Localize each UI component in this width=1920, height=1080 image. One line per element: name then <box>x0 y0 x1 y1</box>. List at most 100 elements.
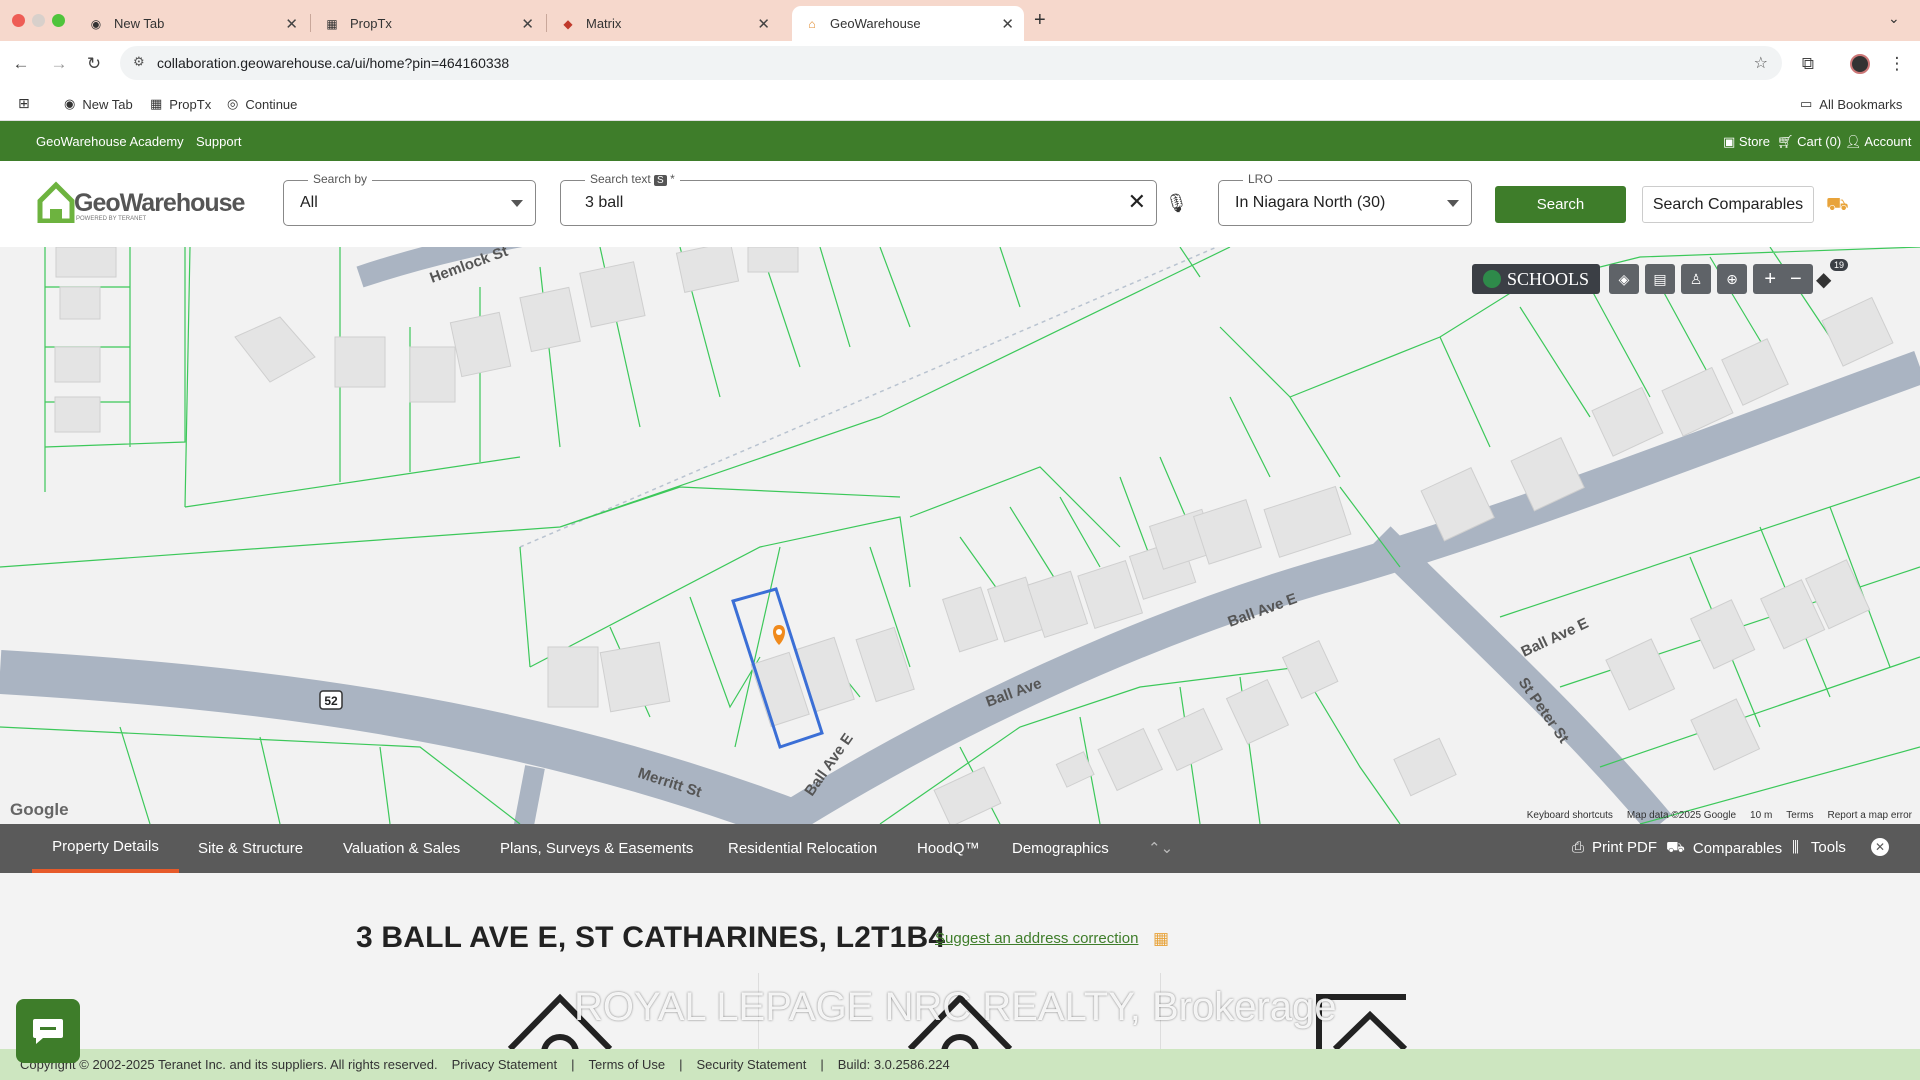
brokerage-watermark: ROYAL LEPAGE NRC REALTY, Brokerage <box>574 985 1337 1029</box>
zoom-controls: + − <box>1753 264 1813 294</box>
new-tab-plus-icon[interactable]: + <box>1034 9 1046 32</box>
bookmark-star-icon[interactable]: ☆ <box>1754 53 1768 73</box>
search-by-select[interactable]: Search by All <box>283 172 536 226</box>
map-edit-icon[interactable]: ▦ <box>1153 929 1169 949</box>
zoom-out-icon[interactable]: − <box>1790 268 1802 291</box>
close-tab-icon[interactable]: ✕ <box>521 15 534 33</box>
overlay-layers-icon[interactable]: ◆ <box>1816 267 1831 292</box>
search-text-field[interactable]: Search text S * 3 ball ✕ <box>560 172 1157 226</box>
location-marker-icon[interactable] <box>773 625 785 645</box>
tab-plans-surveys[interactable]: Plans, Surveys & Easements <box>500 824 693 873</box>
support-link[interactable]: Support <box>196 134 242 149</box>
copyright-text: Copyright © 2002-2025 Teranet Inc. and i… <box>20 1057 438 1072</box>
security-statement-link[interactable]: Security Statement <box>696 1057 806 1072</box>
highway-52-shield: 52 <box>319 690 343 710</box>
more-menu-icon[interactable]: ⋮ <box>1884 51 1910 77</box>
reload-icon[interactable]: ↻ <box>81 51 107 77</box>
browser-tab-new-tab[interactable]: ◉ New Tab ✕ <box>76 6 308 41</box>
tab-title: PropTx <box>350 16 392 31</box>
browser-tab-matrix[interactable]: ◆ Matrix ✕ <box>548 6 780 41</box>
footer-separator: | <box>571 1057 575 1072</box>
bookmarks-bar: ⊞ ◉ New Tab ▦ PropTx ◎ Continue ▭ All Bookma… <box>0 87 1920 121</box>
mic-off-icon[interactable]: 🎙︎ <box>1165 193 1188 214</box>
page-footer: Copyright © 2002-2025 Teranet Inc. and i… <box>0 1049 1920 1080</box>
close-tab-icon[interactable]: ✕ <box>757 15 770 33</box>
property-map[interactable]: Hemlock St Ball Ave E Ball Ave Ball Ave … <box>0 247 1920 824</box>
chat-bubble-icon <box>33 1019 63 1044</box>
layers-stack-icon[interactable]: ◈ <box>1609 264 1639 294</box>
apps-grid-icon[interactable]: ⊞ <box>18 95 30 112</box>
minimize-window-button[interactable] <box>32 14 45 27</box>
tab-property-details[interactable]: Property Details <box>32 824 179 873</box>
clear-search-icon[interactable]: ✕ <box>1128 189 1146 215</box>
tab-valuation-sales[interactable]: Valuation & Sales <box>343 824 460 873</box>
comparables-car-icon[interactable]: ⛟ <box>1826 194 1849 218</box>
shortcut-badge: S <box>654 175 667 186</box>
bookmark-label: PropTx <box>169 96 212 112</box>
site-info-icon[interactable]: ⚙ <box>133 54 145 70</box>
browser-tab-proptx[interactable]: ▦ PropTx ✕ <box>312 6 544 41</box>
close-tab-icon[interactable]: ✕ <box>1001 15 1014 33</box>
all-bookmarks[interactable]: ▭ All Bookmarks <box>1800 96 1902 112</box>
maximize-window-button[interactable] <box>52 14 65 27</box>
browser-tab-strip: ◉ New Tab ✕ ▦ PropTx ✕ ◆ Matrix ✕ ⌂ GeoW… <box>0 0 1920 41</box>
property-address-title: 3 BALL AVE E, ST CATHARINES, L2T1B4 <box>356 921 946 954</box>
chrome-icon: ◉ <box>64 96 76 111</box>
comparables-button[interactable]: ⛟ Comparables <box>1666 839 1782 858</box>
map-type-icon[interactable]: ▤ <box>1645 264 1675 294</box>
terms-link[interactable]: Terms <box>1786 810 1813 822</box>
map-data-text: Map data ©2025 Google <box>1626 810 1737 821</box>
search-text-label: Search text S * <box>585 172 680 186</box>
keyboard-shortcuts-link[interactable]: Keyboard shortcuts <box>1527 810 1613 822</box>
browser-tab-geowarehouse[interactable]: ⌂ GeoWarehouse ✕ <box>792 6 1024 41</box>
url-text: collaboration.geowarehouse.ca/ui/home?pi… <box>157 55 510 71</box>
bookmark-proptx[interactable]: ▦ PropTx <box>150 96 211 112</box>
lro-select[interactable]: LRO In Niagara North (30) <box>1218 172 1472 226</box>
tools-button[interactable]: ⫼ Tools <box>1792 839 1846 856</box>
terms-of-use-link[interactable]: Terms of Use <box>589 1057 666 1072</box>
academy-link[interactable]: GeoWarehouse Academy <box>36 134 184 149</box>
search-button[interactable]: Search <box>1495 186 1626 223</box>
forward-arrow-icon[interactable]: → <box>46 51 72 77</box>
account-link[interactable]: 👤︎ Account <box>1845 134 1911 150</box>
tools-label: Tools <box>1810 839 1846 856</box>
tab-residential-relocation[interactable]: Residential Relocation <box>728 824 877 873</box>
close-tab-icon[interactable]: ✕ <box>285 15 298 33</box>
collapse-expand-icon[interactable]: ⌃⌄ <box>1148 839 1173 857</box>
report-map-error-link[interactable]: Report a map error <box>1828 810 1912 822</box>
street-view-icon[interactable]: ♙ <box>1681 264 1711 294</box>
store-link[interactable]: ▣ Store <box>1723 134 1770 150</box>
zoom-in-icon[interactable]: + <box>1764 268 1776 291</box>
tab-site-structure[interactable]: Site & Structure <box>198 824 303 873</box>
profile-avatar[interactable] <box>1850 54 1870 74</box>
property-tab-bar: Property Details Site & Structure Valuat… <box>0 824 1920 873</box>
print-pdf-button[interactable]: ⎙ Print PDF <box>1572 839 1657 856</box>
privacy-statement-link[interactable]: Privacy Statement <box>452 1057 558 1072</box>
scale-bar[interactable]: 10 m <box>1750 810 1772 822</box>
tools-icon: ⫼ <box>1792 839 1799 856</box>
tab-demographics[interactable]: Demographics <box>1012 824 1109 873</box>
close-panel-icon[interactable]: ✕ <box>1871 838 1889 856</box>
print-pdf-label: Print PDF <box>1592 839 1658 856</box>
folder-icon: ▭ <box>1800 96 1813 111</box>
street-labels: Hemlock St Ball Ave E Ball Ave Ball Ave … <box>428 247 1592 801</box>
schools-toggle[interactable]: SCHOOLS <box>1472 264 1600 294</box>
extensions-icon[interactable]: ⧉ <box>1795 51 1821 77</box>
suggest-address-correction-link[interactable]: Suggest an address correction <box>935 930 1138 947</box>
dropdown-caret-icon <box>1447 200 1459 207</box>
chat-button[interactable] <box>16 999 80 1063</box>
bookmark-continue[interactable]: ◎ Continue <box>227 96 297 112</box>
bookmark-new-tab[interactable]: ◉ New Tab <box>64 96 133 112</box>
tab-hoodq[interactable]: HoodQ™ <box>917 824 980 873</box>
close-window-button[interactable] <box>12 14 25 27</box>
cart-link[interactable]: 🛒︎ Cart (0) <box>1777 134 1841 150</box>
tab-title: GeoWarehouse <box>830 16 921 31</box>
map-canvas[interactable]: Hemlock St Ball Ave E Ball Ave Ball Ave … <box>0 247 1920 824</box>
geowarehouse-logo[interactable]: GeoWarehouse POWERED BY TERANET <box>36 181 245 228</box>
tab-search-chevron-icon[interactable]: ⌄ <box>1888 10 1900 27</box>
my-location-icon[interactable]: ⊕ <box>1717 264 1747 294</box>
chrome-icon: ◉ <box>90 16 102 31</box>
search-comparables-button[interactable]: Search Comparables <box>1642 186 1814 223</box>
address-bar[interactable]: ⚙ collaboration.geowarehouse.ca/ui/home?… <box>120 46 1782 80</box>
back-arrow-icon[interactable]: ← <box>8 51 34 77</box>
